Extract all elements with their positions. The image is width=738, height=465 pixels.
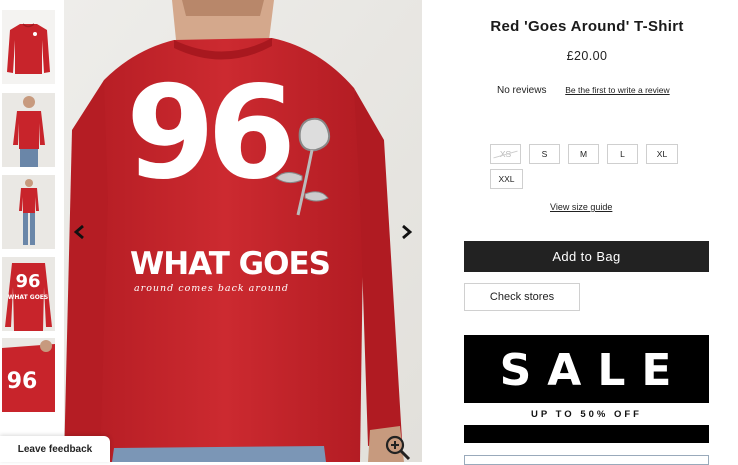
- next-image-button[interactable]: [396, 220, 418, 244]
- size-option-m[interactable]: M: [568, 144, 599, 164]
- reviews-row: No reviews Be the first to write a revie…: [497, 85, 670, 96]
- size-option-xl[interactable]: XL: [646, 144, 678, 164]
- thumbnail-back-print[interactable]: 96 WHAT GOES: [2, 257, 55, 331]
- add-to-bag-button[interactable]: Add to Bag: [464, 241, 709, 272]
- sale-headline: SALE: [499, 345, 688, 396]
- thumbnail-model-front[interactable]: [2, 93, 55, 167]
- print-graphic: 96: [126, 70, 356, 240]
- next-section-box: [464, 455, 709, 465]
- svg-text:WHAT GOES: WHAT GOES: [8, 294, 48, 301]
- reviews-count: No reviews: [497, 85, 547, 96]
- size-option-s[interactable]: S: [529, 144, 560, 164]
- leave-feedback-button[interactable]: Leave feedback: [0, 436, 110, 462]
- sale-banner[interactable]: SALE UP TO 50% OFF: [464, 335, 709, 443]
- check-stores-button[interactable]: Check stores: [464, 283, 580, 311]
- svg-text:96: 96: [15, 271, 40, 292]
- thumbnail-strip: 96 WHAT GOES 96: [0, 0, 62, 462]
- thumbnail-back-closeup[interactable]: 96: [2, 338, 55, 412]
- product-price: £20.00: [566, 49, 608, 63]
- rose-graphic: [275, 117, 331, 216]
- zoom-in-icon: [385, 435, 411, 461]
- print-number: 96: [126, 59, 296, 208]
- size-option-xxl[interactable]: XXL: [490, 169, 523, 189]
- thumbnail-flat-front[interactable]: [2, 10, 55, 84]
- thumbnail-model-full[interactable]: [2, 175, 55, 249]
- size-guide-link[interactable]: View size guide: [550, 202, 612, 212]
- product-details-panel: Red 'Goes Around' T-Shirt £20.00 No revi…: [422, 0, 738, 465]
- sale-subline: UP TO 50% OFF: [464, 403, 709, 425]
- chevron-left-icon: [73, 224, 84, 240]
- chevron-right-icon: [402, 224, 413, 240]
- zoom-button[interactable]: [384, 434, 412, 462]
- svg-text:96: 96: [7, 369, 38, 394]
- previous-image-button[interactable]: [68, 220, 90, 244]
- print-text: WHAT GOES: [130, 246, 331, 282]
- print-script: around comes back around: [134, 283, 289, 294]
- size-option-l[interactable]: L: [607, 144, 638, 164]
- write-review-link[interactable]: Be the first to write a review: [565, 85, 669, 95]
- product-title: Red 'Goes Around' T-Shirt: [490, 18, 684, 35]
- size-option-xs[interactable]: XS: [490, 144, 521, 164]
- main-product-image[interactable]: 96 WHAT GOES around comes back around: [64, 0, 422, 462]
